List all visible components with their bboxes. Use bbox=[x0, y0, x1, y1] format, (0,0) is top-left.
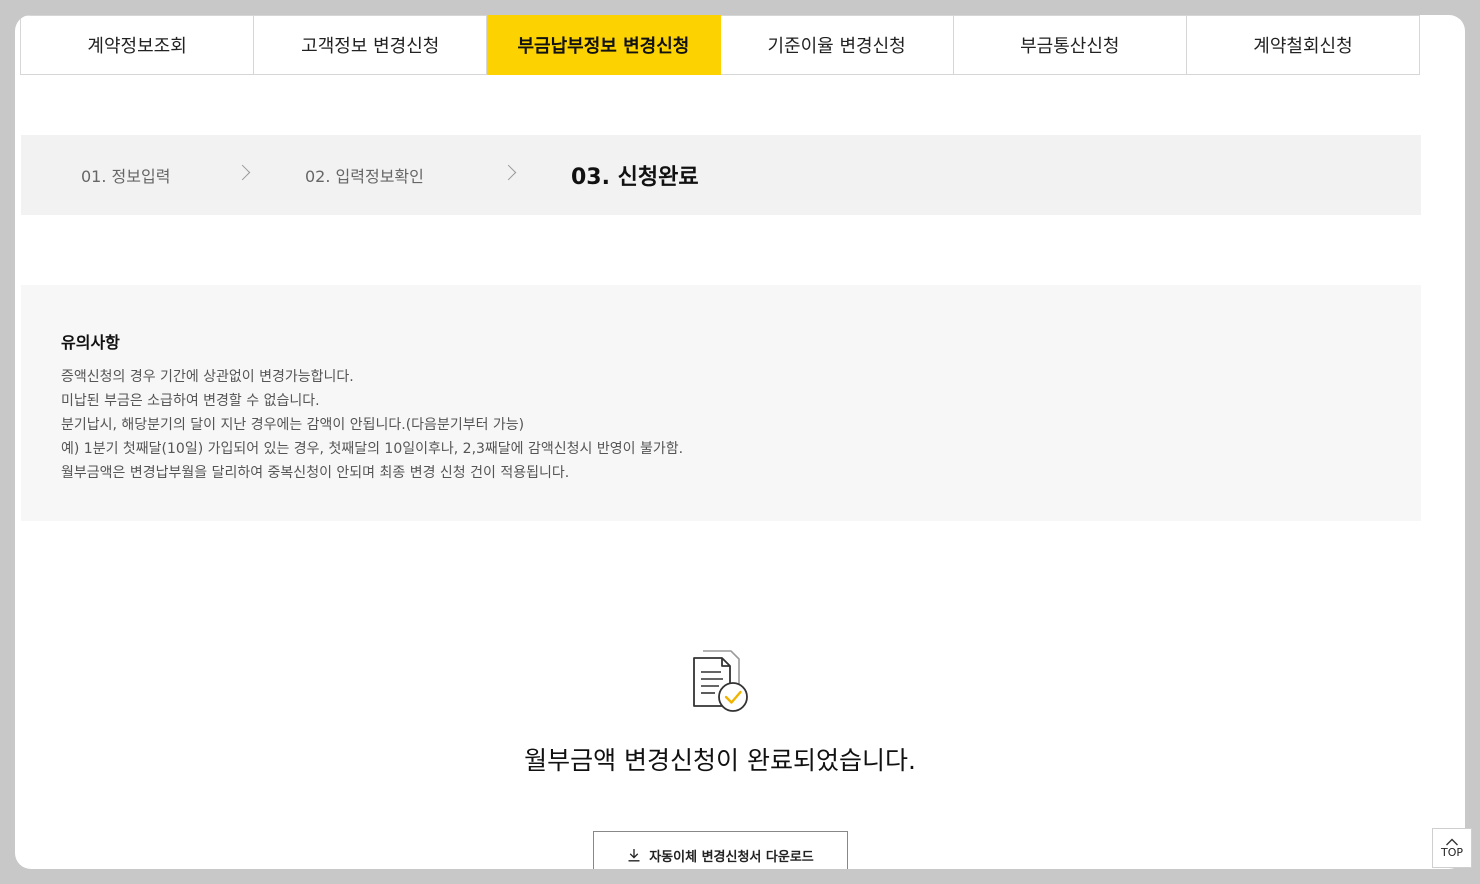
document-check-icon bbox=[691, 648, 751, 714]
tab-installment-merge[interactable]: 부금통산신청 bbox=[953, 15, 1187, 75]
tab-bar: 계약정보조회 고객정보 변경신청 부금납부정보 변경신청 기준이율 변경신청 부… bbox=[20, 15, 1421, 75]
step-info-input: 01. 정보입력 bbox=[81, 167, 171, 186]
chevron-right-icon bbox=[500, 164, 517, 181]
notice-item: 증액신청의 경우 기간에 상관없이 변경가능합니다. bbox=[61, 369, 354, 385]
tab-base-rate-change[interactable]: 기준이율 변경신청 bbox=[720, 15, 954, 75]
notice-box: 유의사항 증액신청의 경우 기간에 상관없이 변경가능합니다. 미납된 부금은 … bbox=[21, 285, 1421, 521]
top-button-label: TOP bbox=[1440, 846, 1463, 859]
download-form-button[interactable]: 자동이체 변경신청서 다운로드 bbox=[593, 831, 848, 869]
step-complete: 03. 신청완료 bbox=[571, 165, 699, 190]
download-button-label: 자동이체 변경신청서 다운로드 bbox=[649, 849, 814, 865]
tab-payment-info-change[interactable]: 부금납부정보 변경신청 bbox=[487, 15, 721, 75]
notice-item: 월부금액은 변경납부월을 달리하여 중복신청이 안되며 최종 변경 신청 건이 … bbox=[61, 465, 570, 481]
chevron-right-icon bbox=[234, 164, 251, 181]
progress-steps: 01. 정보입력 02. 입력정보확인 03. 신청완료 bbox=[21, 135, 1421, 215]
notice-list: 증액신청의 경우 기간에 상관없이 변경가능합니다. 미납된 부금은 소급하여 … bbox=[61, 365, 1381, 485]
tab-contract-info[interactable]: 계약정보조회 bbox=[21, 15, 255, 75]
notice-item: 분기납시, 해당분기의 달이 지난 경우에는 감액이 안됩니다.(다음분기부터 … bbox=[61, 417, 525, 433]
notice-item: 미납된 부금은 소급하여 변경할 수 없습니다. bbox=[61, 393, 320, 409]
step-info-confirm: 02. 입력정보확인 bbox=[305, 167, 424, 186]
notice-title: 유의사항 bbox=[61, 333, 120, 352]
download-icon bbox=[628, 849, 640, 862]
scroll-top-button[interactable]: TOP bbox=[1432, 828, 1472, 868]
notice-item: 예) 1분기 첫째달(10일) 가입되어 있는 경우, 첫째달의 10일이후나,… bbox=[61, 441, 684, 457]
tab-contract-withdrawal[interactable]: 계약철회신청 bbox=[1186, 15, 1421, 75]
completion-message: 월부금액 변경신청이 완료되었습니다. bbox=[524, 746, 916, 775]
page-frame: 계약정보조회 고객정보 변경신청 부금납부정보 변경신청 기준이율 변경신청 부… bbox=[15, 15, 1465, 869]
tab-customer-info-change[interactable]: 고객정보 변경신청 bbox=[254, 15, 488, 75]
